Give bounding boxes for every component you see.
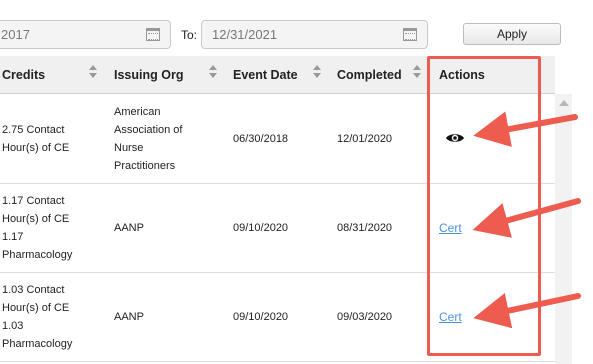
page-margin <box>572 56 593 364</box>
header-credits[interactable]: Credits <box>2 68 45 82</box>
from-date-value: 2017 <box>1 27 30 42</box>
sort-icon[interactable] <box>413 65 421 79</box>
org-line: Practitioners <box>114 160 176 172</box>
completed-cell: 09/03/2020 <box>337 311 393 323</box>
completed-cell: 08/31/2020 <box>337 222 393 234</box>
header-issuing-org[interactable]: Issuing Org <box>114 68 183 82</box>
event-date-cell: 06/30/2018 <box>233 133 289 145</box>
calendar-icon[interactable] <box>146 28 160 41</box>
header-event-date[interactable]: Event Date <box>233 68 298 82</box>
credits-cell: 2.75 Contact Hour(s) of CE <box>2 95 107 183</box>
header-completed[interactable]: Completed <box>337 68 402 82</box>
credits-line: Hour(s) of CE <box>2 213 70 225</box>
table-row: 1.03 Contact Hour(s) of CE 1.03 Pharmaco… <box>0 273 555 362</box>
credits-line: Pharmacology <box>2 249 73 261</box>
vertical-scrollbar[interactable] <box>555 94 572 364</box>
table-header: Credits Issuing Org Event Date Completed… <box>0 56 555 94</box>
sort-icon[interactable] <box>89 65 97 79</box>
cert-link[interactable]: Cert <box>439 308 462 326</box>
from-date-input[interactable]: 2017 <box>0 20 171 49</box>
table-row: 2.75 Contact Hour(s) of CE American Asso… <box>0 95 555 184</box>
sort-icon[interactable] <box>313 65 321 79</box>
eye-icon[interactable] <box>445 132 465 144</box>
credits-cell: 1.17 Contact Hour(s) of CE 1.17 Pharmaco… <box>2 184 107 272</box>
credits-line: 1.03 <box>2 320 24 332</box>
sort-icon[interactable] <box>209 65 217 79</box>
to-date-input[interactable]: 12/31/2021 <box>201 20 428 49</box>
org-line: American <box>114 106 161 118</box>
credits-cell: 1.03 Contact Hour(s) of CE 1.03 Pharmaco… <box>2 273 107 361</box>
credits-line: Hour(s) of CE <box>2 142 70 154</box>
cert-link[interactable]: Cert <box>439 219 462 237</box>
credits-line: 1.17 <box>2 231 24 243</box>
header-actions: Actions <box>439 68 485 82</box>
issuing-org-cell: American Association of Nurse Practition… <box>114 95 224 183</box>
org-line: Nurse <box>114 142 144 154</box>
credits-line: Pharmacology <box>2 338 73 350</box>
credits-line: 2.75 Contact <box>2 124 65 136</box>
credits-line: 1.17 Contact <box>2 195 65 207</box>
actions-cell: Cert <box>439 273 462 361</box>
issuing-org-cell: AANP <box>114 222 144 234</box>
issuing-org-cell: AANP <box>114 311 144 323</box>
completed-cell: 12/01/2020 <box>337 133 393 145</box>
org-line: Association of <box>114 124 183 136</box>
to-date-value: 12/31/2021 <box>212 27 278 42</box>
transcript-table: Credits Issuing Org Event Date Completed… <box>0 56 593 364</box>
calendar-icon[interactable] <box>403 28 417 41</box>
credits-line: Hour(s) of CE <box>2 302 70 314</box>
actions-cell: Cert <box>439 184 462 272</box>
apply-button[interactable]: Apply <box>463 23 561 45</box>
date-filter-bar: 2017 To: 12/31/2021 Apply <box>0 0 593 56</box>
scroll-up-icon[interactable] <box>559 100 569 106</box>
event-date-cell: 09/10/2020 <box>233 222 289 234</box>
table-row: 1.17 Contact Hour(s) of CE 1.17 Pharmaco… <box>0 184 555 273</box>
to-label: To: <box>181 28 198 42</box>
event-date-cell: 09/10/2020 <box>233 311 289 323</box>
credits-line: 1.03 Contact <box>2 284 65 296</box>
